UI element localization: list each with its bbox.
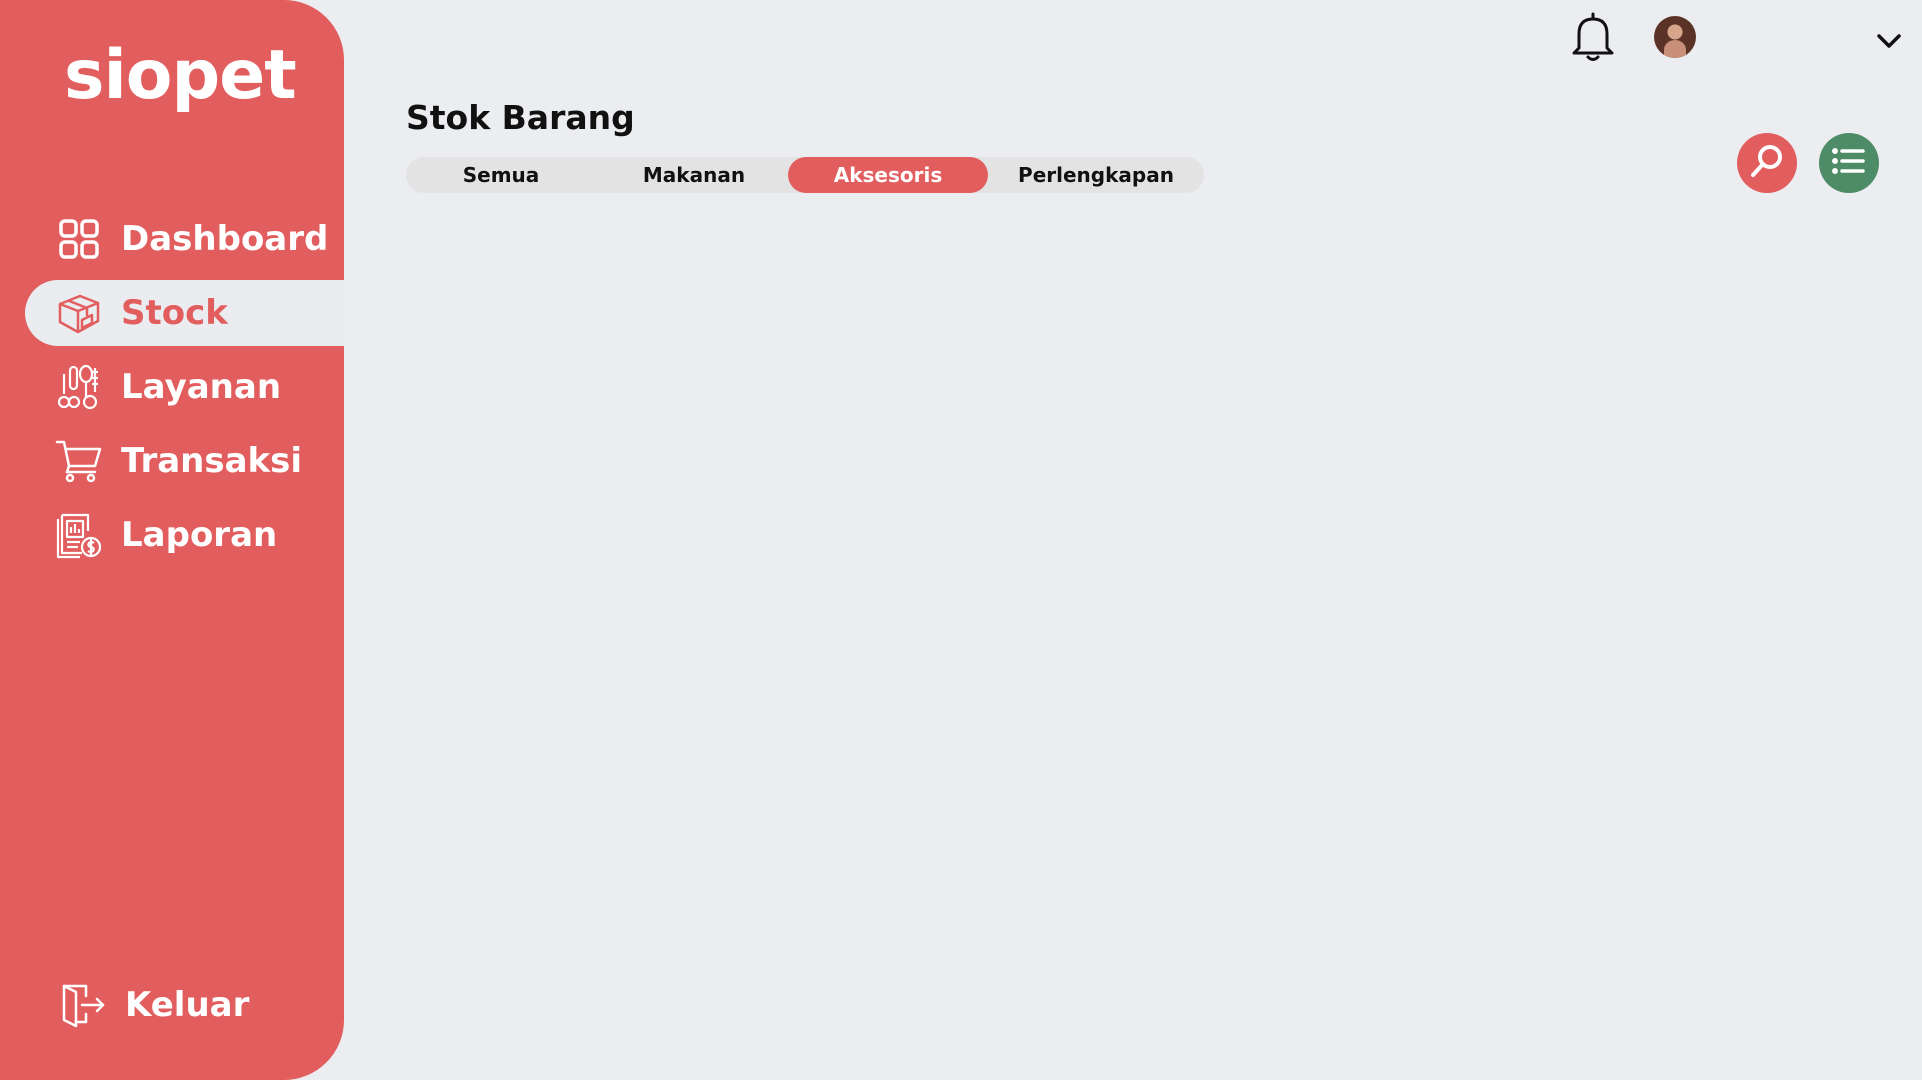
page-title: Stok Barang <box>406 98 635 137</box>
search-icon <box>1748 142 1786 184</box>
bell-icon[interactable] <box>1568 10 1618 62</box>
chevron-down-icon[interactable] <box>1874 26 1904 56</box>
sidebar-item-label: Laporan <box>121 515 278 555</box>
tab-perlengkapan[interactable]: Perlengkapan <box>988 157 1204 193</box>
sidebar-item-laporan[interactable]: Laporan <box>25 502 344 568</box>
sidebar-item-label: Layanan <box>121 367 282 407</box>
report-icon <box>55 511 103 559</box>
grid-icon <box>55 215 103 263</box>
sidebar-item-label: Stock <box>121 293 228 333</box>
box-icon <box>55 289 103 337</box>
sidebar: siopet Dashboard Stock Layanan Transaksi… <box>0 0 344 1080</box>
tab-aksesoris[interactable]: Aksesoris <box>788 157 988 193</box>
grooming-icon <box>55 363 103 411</box>
tab-makanan[interactable]: Makanan <box>596 157 792 193</box>
category-tabs: Semua Makanan Aksesoris Perlengkapan <box>406 157 1204 193</box>
sidebar-item-label: Dashboard <box>121 219 329 259</box>
logout-label: Keluar <box>125 985 250 1025</box>
logout-door-icon <box>59 981 107 1029</box>
cart-icon <box>55 437 103 485</box>
tab-semua[interactable]: Semua <box>406 157 596 193</box>
search-button[interactable] <box>1737 133 1797 193</box>
list-icon <box>1832 146 1866 180</box>
list-view-button[interactable] <box>1819 133 1879 193</box>
sidebar-item-label: Transaksi <box>121 441 303 481</box>
avatar[interactable] <box>1654 16 1696 58</box>
sidebar-item-dashboard[interactable]: Dashboard <box>25 206 344 272</box>
brand-logo: siopet <box>64 36 297 115</box>
sidebar-item-transaksi[interactable]: Transaksi <box>25 428 344 494</box>
logout-button[interactable]: Keluar <box>25 972 344 1038</box>
sidebar-item-stock[interactable]: Stock <box>25 280 344 346</box>
sidebar-item-layanan[interactable]: Layanan <box>25 354 344 420</box>
